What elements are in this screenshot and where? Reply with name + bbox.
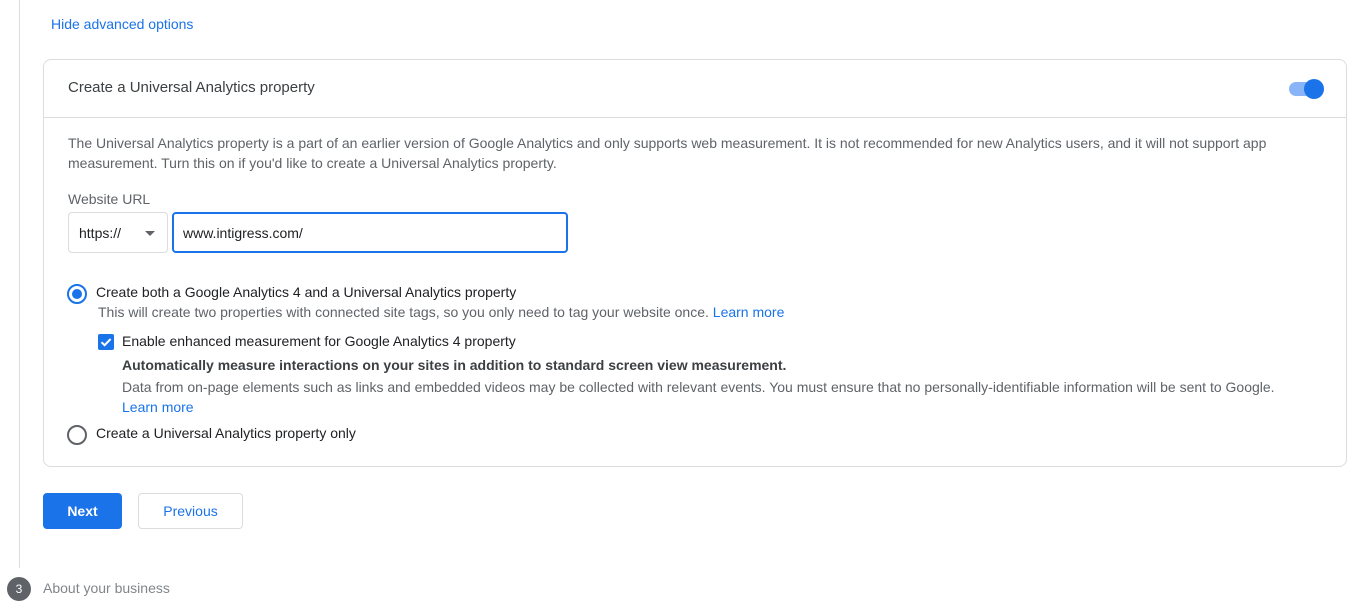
step-number-badge: 3 <box>7 577 31 601</box>
universal-analytics-card: Create a Universal Analytics property Th… <box>43 59 1347 467</box>
toggle-thumb <box>1304 79 1324 99</box>
caret-down-icon <box>145 231 155 236</box>
enhanced-measurement-description-text: Data from on-page elements such as links… <box>122 379 1275 395</box>
website-url-label: Website URL <box>68 191 151 207</box>
check-icon <box>100 338 112 347</box>
radio-selected-dot <box>72 289 82 299</box>
previous-button[interactable]: Previous <box>138 493 243 529</box>
option-create-both-sublabel-text: This will create two properties with con… <box>98 304 709 320</box>
learn-more-link-enhanced[interactable]: Learn more <box>122 399 194 415</box>
next-button[interactable]: Next <box>43 493 122 529</box>
protocol-value: https:// <box>79 225 122 241</box>
enhanced-measurement-checkbox[interactable] <box>98 334 114 350</box>
option-ua-only-label[interactable]: Create a Universal Analytics property on… <box>96 425 356 441</box>
radio-create-both[interactable] <box>67 284 87 304</box>
website-url-input[interactable] <box>172 212 568 253</box>
ua-description: The Universal Analytics property is a pa… <box>68 135 1267 171</box>
card-title: Create a Universal Analytics property <box>68 79 315 96</box>
enhanced-measurement-description: Data from on-page elements such as links… <box>122 377 1322 417</box>
option-create-both-label[interactable]: Create both a Google Analytics 4 and a U… <box>96 284 516 300</box>
enhanced-measurement-label[interactable]: Enable enhanced measurement for Google A… <box>122 333 516 349</box>
card-header: Create a Universal Analytics property <box>44 60 1346 118</box>
hide-advanced-options-link[interactable]: Hide advanced options <box>51 16 193 32</box>
enhanced-measurement-headline: Automatically measure interactions on yo… <box>122 357 787 373</box>
stepper-line <box>19 0 20 568</box>
protocol-select[interactable]: https:// <box>68 212 168 253</box>
ua-property-toggle[interactable] <box>1288 78 1326 100</box>
step-about-business-label: About your business <box>43 580 170 596</box>
radio-ua-only[interactable] <box>67 425 87 445</box>
learn-more-link-tags[interactable]: Learn more <box>713 304 785 320</box>
option-create-both-sublabel: This will create two properties with con… <box>98 304 784 320</box>
